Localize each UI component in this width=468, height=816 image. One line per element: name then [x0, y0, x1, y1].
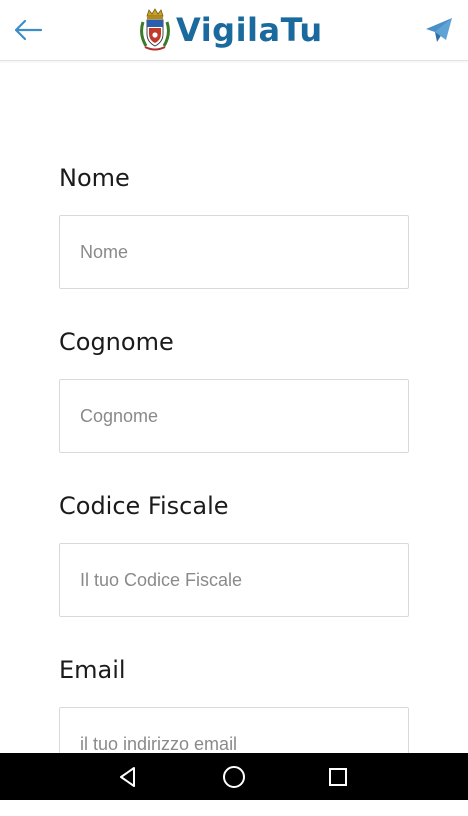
system-nav-bar: [0, 753, 468, 800]
nome-field[interactable]: [59, 215, 409, 289]
app-title: VigilaTu: [176, 11, 323, 49]
cognome-label: Cognome: [59, 328, 174, 356]
nome-label: Nome: [59, 164, 130, 192]
send-button[interactable]: [420, 11, 458, 49]
back-button[interactable]: [8, 12, 48, 48]
recents-square-icon: [329, 768, 347, 786]
app-bar: VigilaTu: [0, 0, 468, 61]
signup-form: Nome Cognome Codice Fiscale Email: [59, 160, 409, 816]
nav-back-button[interactable]: [108, 761, 148, 793]
nav-home-button[interactable]: [214, 761, 254, 793]
cognome-field[interactable]: [59, 379, 409, 453]
paper-plane-icon: [426, 18, 452, 42]
arrow-left-icon: [14, 19, 43, 41]
city-crest-icon: [140, 8, 170, 51]
codice-fiscale-label: Codice Fiscale: [59, 492, 229, 520]
back-triangle-icon: [120, 767, 135, 787]
email-label: Email: [59, 656, 126, 684]
nav-recents-button[interactable]: [318, 761, 358, 793]
codice-fiscale-field[interactable]: [59, 543, 409, 617]
brand-logo: VigilaTu: [138, 6, 323, 54]
home-circle-icon: [223, 766, 245, 788]
